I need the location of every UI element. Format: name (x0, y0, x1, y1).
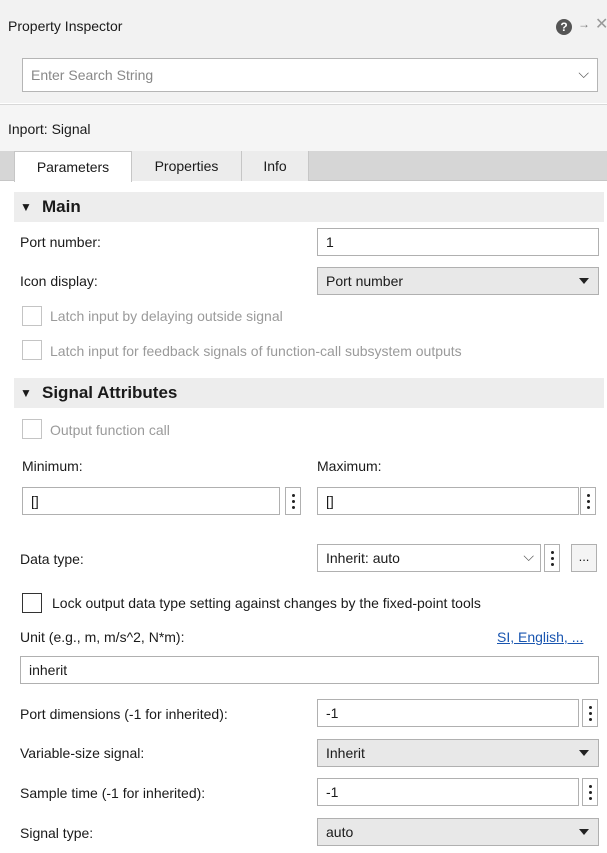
tab-parameters[interactable]: Parameters (14, 151, 132, 182)
triangle-down-icon: ▼ (20, 200, 32, 214)
dropdown-arrow-icon (579, 829, 589, 835)
unit-system-link[interactable]: SI, English, ... (497, 629, 583, 645)
search-area: ⌵ (0, 48, 607, 103)
data-type-more-options-icon[interactable] (544, 544, 560, 572)
port-dimensions-more-options-icon[interactable] (582, 699, 598, 727)
section-signal-attributes-title: Signal Attributes (42, 383, 178, 402)
unit-value: inherit (29, 662, 68, 678)
help-icon[interactable]: ? (556, 19, 572, 35)
port-number-field[interactable]: 1 (317, 228, 599, 256)
port-dimensions-label: Port dimensions (-1 for inherited): (20, 706, 228, 722)
window-title: Property Inspector (8, 18, 123, 34)
lock-data-type-checkbox[interactable] (22, 593, 42, 613)
signal-type-select[interactable]: auto (317, 818, 599, 846)
port-number-value: 1 (326, 234, 334, 250)
tab-info[interactable]: Info (242, 151, 309, 181)
section-main-header[interactable]: ▼ Main (14, 192, 604, 222)
output-function-call-label: Output function call (50, 422, 170, 438)
dropdown-arrow-icon (579, 750, 589, 756)
unit-field[interactable]: inherit (20, 656, 599, 684)
close-icon[interactable]: ✕ (595, 14, 607, 34)
latch-delay-label: Latch input by delaying outside signal (50, 308, 283, 324)
icon-display-label: Icon display: (20, 273, 98, 289)
search-box[interactable]: ⌵ (22, 58, 598, 92)
sample-time-label: Sample time (-1 for inherited): (20, 785, 206, 801)
block-name: Inport: Signal (8, 121, 91, 137)
sample-time-value: -1 (326, 784, 339, 800)
variable-size-label: Variable-size signal: (20, 745, 145, 761)
lock-data-type-label: Lock output data type setting against ch… (52, 595, 481, 611)
maximum-value: [] (326, 493, 334, 509)
sample-time-field[interactable]: -1 (317, 778, 579, 806)
minimum-value: [] (31, 493, 39, 509)
port-dimensions-value: -1 (326, 705, 339, 721)
pin-icon[interactable]: → (578, 17, 590, 31)
variable-size-value: Inherit (326, 745, 365, 761)
variable-size-select[interactable]: Inherit (317, 739, 599, 767)
output-function-call-checkbox[interactable] (22, 419, 42, 439)
port-dimensions-field[interactable]: -1 (317, 699, 579, 727)
chevron-down-icon[interactable]: ⌵ (578, 65, 589, 82)
latch-feedback-checkbox[interactable] (22, 340, 42, 360)
maximum-more-options-icon[interactable] (580, 487, 596, 515)
tab-properties[interactable]: Properties (132, 151, 242, 181)
maximum-field[interactable]: [] (317, 487, 579, 515)
minimum-label: Minimum: (22, 458, 83, 474)
section-signal-attributes-header[interactable]: ▼ Signal Attributes (14, 378, 604, 408)
icon-display-select[interactable]: Port number (317, 267, 599, 295)
chevron-down-icon[interactable]: ⌵ (523, 548, 534, 565)
data-type-value: Inherit: auto (326, 550, 400, 566)
search-input[interactable] (23, 59, 543, 91)
triangle-down-icon: ▼ (20, 386, 32, 400)
minimum-field[interactable]: [] (22, 487, 280, 515)
port-number-label: Port number: (20, 234, 101, 250)
block-name-bar: Inport: Signal (0, 104, 607, 152)
dropdown-arrow-icon (579, 278, 589, 284)
signal-type-label: Signal type: (20, 825, 94, 841)
sample-time-more-options-icon[interactable] (582, 778, 598, 806)
tab-bar: Parameters Properties Info (0, 151, 607, 182)
signal-type-value: auto (326, 824, 354, 840)
data-type-label: Data type: (20, 551, 84, 567)
section-main-title: Main (42, 197, 81, 216)
unit-label: Unit (e.g., m, m/s^2, N*m): (20, 629, 185, 645)
latch-feedback-label: Latch input for feedback signals of func… (50, 343, 462, 359)
latch-delay-checkbox[interactable] (22, 306, 42, 326)
minimum-more-options-icon[interactable] (285, 487, 301, 515)
data-type-assistant-button[interactable]: ... (571, 544, 597, 572)
maximum-label: Maximum: (317, 458, 382, 474)
data-type-combo[interactable]: Inherit: auto ⌵ (317, 544, 541, 572)
icon-display-value: Port number (326, 273, 404, 289)
